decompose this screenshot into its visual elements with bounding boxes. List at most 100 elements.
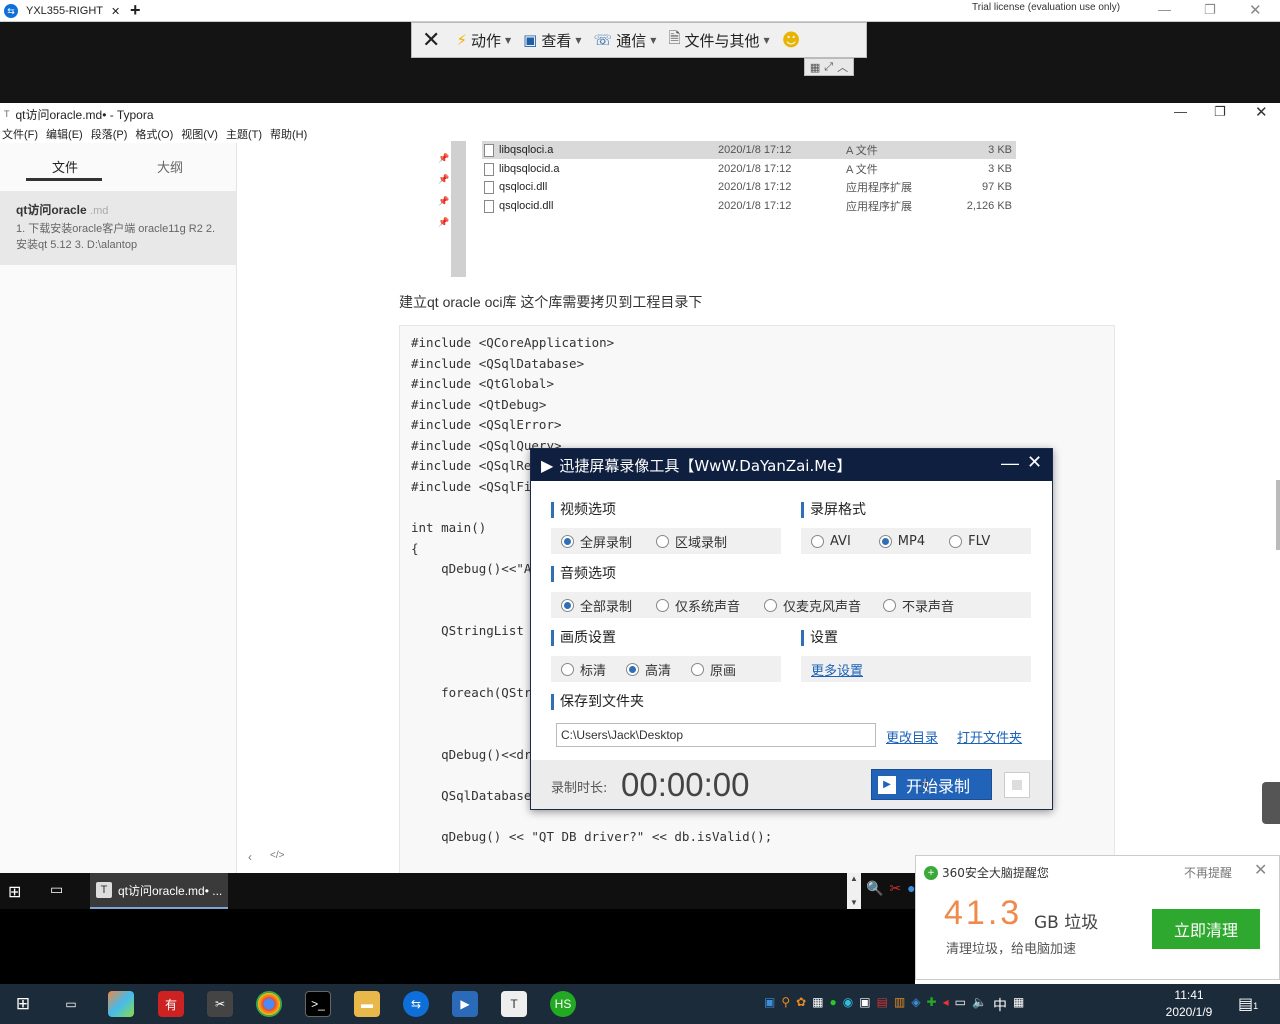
browser-360-icon[interactable]	[108, 991, 134, 1017]
grid-icon[interactable]: ▦	[810, 61, 820, 74]
audio-all-radio[interactable]: 全部录制	[561, 596, 632, 615]
tray-app-icon[interactable]: ✚	[927, 995, 937, 1015]
session-tab[interactable]: ⇆ YXL355-RIGHT ✕	[0, 0, 122, 22]
toolbar-view[interactable]: ▣ 查看 ▼	[517, 30, 587, 51]
quality-hd-radio[interactable]: 高清	[626, 660, 671, 679]
quality-options-group: 标清 高清 原画	[551, 656, 781, 682]
format-mp4-radio[interactable]: MP4	[878, 534, 925, 549]
teamviewer-icon[interactable]: ⇆	[403, 991, 429, 1017]
toolbar-communicate[interactable]: ☏ 通信 ▼	[588, 30, 663, 51]
menu-help[interactable]: 帮助(H)	[270, 126, 307, 142]
youdao-icon[interactable]: 有	[158, 991, 184, 1017]
quality-standard-radio[interactable]: 标清	[561, 660, 606, 679]
ime-indicator[interactable]: 中	[993, 995, 1007, 1015]
terminal-icon[interactable]: >_	[305, 991, 331, 1017]
menu-format[interactable]: 格式(O)	[135, 126, 173, 142]
audio-system-radio[interactable]: 仅系统声音	[656, 596, 740, 615]
toolbar-files[interactable]: 🗎 文件与其他 ▼	[662, 28, 775, 53]
more-settings-link[interactable]: 更多设置	[811, 660, 863, 679]
teamviewer-logo-icon: ⇆	[4, 4, 18, 18]
tray-app-icon[interactable]: ▣	[764, 995, 775, 1015]
tray-app-icon[interactable]: ▥	[894, 995, 905, 1015]
remote-taskbar-scroll[interactable]: ▲ ▼	[847, 873, 861, 909]
stop-recording-button[interactable]	[1004, 772, 1030, 798]
start-windows-icon[interactable]: ⊞	[10, 991, 36, 1017]
menu-paragraph[interactable]: 段落(P)	[91, 126, 128, 142]
close-icon[interactable]: ✕	[1249, 1, 1262, 19]
settings-heading: 设置	[801, 630, 838, 646]
feedback-smiley-icon[interactable]: ☻	[776, 30, 807, 51]
task-view-icon[interactable]: ▭	[58, 991, 84, 1017]
tab-files[interactable]: 文件	[52, 157, 78, 176]
system-clock[interactable]: 11:41 2020/1/9	[1158, 987, 1220, 1021]
fullscreen-icon[interactable]: ⤢	[824, 61, 833, 74]
tray-app-icon[interactable]: ◉	[843, 995, 853, 1015]
collapse-sidebar-icon[interactable]: ‹	[248, 850, 252, 864]
chrome-icon[interactable]	[256, 991, 282, 1017]
menu-file[interactable]: 文件(F)	[2, 126, 38, 142]
minimize-icon[interactable]: —	[1158, 2, 1171, 17]
tray-app-icon[interactable]: ▦	[812, 995, 823, 1015]
format-options-group: AVI MP4 FLV	[801, 528, 1031, 554]
active-tab-indicator	[26, 178, 102, 181]
remote-start-windows-icon[interactable]: ⊞	[8, 882, 21, 902]
screen-recorder-icon[interactable]: ▶	[452, 991, 478, 1017]
save-path-input[interactable]: C:\Users\Jack\Desktop	[556, 723, 876, 747]
tray-app-icon[interactable]: ◈	[911, 995, 920, 1015]
typora-icon[interactable]: T	[501, 991, 527, 1017]
video-region-radio[interactable]: 区域录制	[656, 532, 727, 551]
wechat-icon[interactable]: ●	[830, 995, 837, 1015]
video-fullscreen-radio[interactable]: 全屏录制	[561, 532, 632, 551]
menu-edit[interactable]: 编辑(E)	[46, 126, 83, 142]
keyboard-icon[interactable]: ▦	[1013, 995, 1024, 1015]
audio-mic-radio[interactable]: 仅麦克风声音	[764, 596, 861, 615]
start-recording-button[interactable]: ▶ 开始录制	[871, 769, 992, 800]
clean-now-button[interactable]: 立即清理	[1152, 909, 1260, 949]
tools-icon[interactable]: ✂	[207, 991, 233, 1017]
toolbar-close-button[interactable]: ✕	[412, 28, 450, 53]
session-tab-close-icon[interactable]: ✕	[111, 5, 120, 18]
teamviewer-side-handle[interactable]	[1262, 782, 1280, 824]
popup-close-icon[interactable]: ✕	[1254, 860, 1267, 880]
open-folder-link[interactable]: 打开文件夹	[957, 727, 1022, 746]
popup-dismiss-link[interactable]: 不再提醒	[1184, 864, 1232, 881]
recorder-minimize-icon[interactable]: —	[1001, 453, 1019, 474]
quality-original-radio[interactable]: 原画	[691, 660, 736, 679]
new-tab-button[interactable]: +	[130, 0, 141, 20]
typora-restore-icon[interactable]: ❐	[1214, 104, 1226, 120]
document-paragraph[interactable]: 建立qt oracle oci库 这个库需要拷贝到工程目录下	[399, 292, 702, 312]
network-icon[interactable]: ▭	[955, 995, 966, 1015]
recorder-title: 迅捷屏幕录像工具【WwW.DaYanZai.Me】	[559, 456, 852, 475]
collapse-icon[interactable]: ︿	[837, 59, 848, 75]
restore-icon[interactable]: ❐	[1204, 2, 1216, 18]
notification-center-icon[interactable]: ▤1	[1238, 994, 1258, 1014]
typora-close-icon[interactable]: ✕	[1255, 103, 1268, 121]
format-flv-radio[interactable]: FLV	[949, 534, 990, 549]
change-directory-link[interactable]: 更改目录	[886, 727, 938, 746]
search-icon[interactable]: 🔍	[866, 880, 883, 897]
recorder-close-icon[interactable]: ✕	[1027, 452, 1042, 473]
toolbar-actions[interactable]: ⚡ 动作 ▼	[450, 30, 517, 51]
remote-task-view-icon[interactable]: ▭	[50, 881, 63, 898]
session-tab-title: YXL355-RIGHT	[26, 5, 104, 17]
file-explorer-icon[interactable]: ▬	[354, 991, 380, 1017]
tool-icon[interactable]: ✂	[889, 880, 901, 897]
tray-app-icon[interactable]: ▤	[877, 995, 888, 1015]
menu-theme[interactable]: 主题(T)	[226, 126, 262, 142]
typora-scrollbar[interactable]	[1276, 480, 1280, 550]
tray-search-icon[interactable]: ⚲	[781, 995, 790, 1015]
remote-taskbar-typora[interactable]: T qt访问oracle.md• ...	[90, 873, 228, 909]
volume-icon[interactable]: 🔈	[972, 995, 987, 1015]
tray-app-icon[interactable]: ✿	[796, 995, 806, 1015]
tray-arrow-icon[interactable]: ◂	[943, 995, 949, 1015]
audio-none-radio[interactable]: 不录声音	[883, 596, 954, 615]
file-name: libqsqloci.a	[499, 144, 554, 156]
tab-outline[interactable]: 大纲	[157, 157, 183, 176]
typora-minimize-icon[interactable]: —	[1174, 104, 1187, 119]
hs-app-icon[interactable]: HS	[550, 991, 576, 1017]
menu-view[interactable]: 视图(V)	[181, 126, 218, 142]
format-avi-radio[interactable]: AVI	[811, 534, 851, 549]
sidebar-file-item[interactable]: qt访问oracle .md 1. 下载安装oracle客户端 oracle11…	[0, 191, 237, 265]
tray-app-icon[interactable]: ▣	[859, 995, 870, 1015]
source-code-mode-icon[interactable]: </>	[270, 850, 284, 864]
